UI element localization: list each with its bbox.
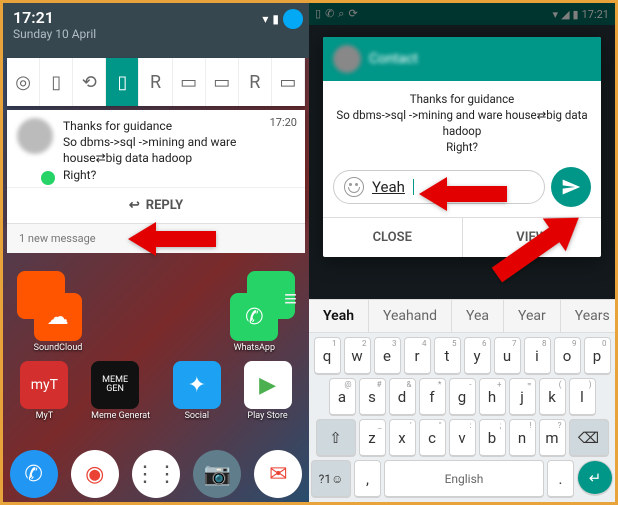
key-p[interactable]: p0 xyxy=(584,337,611,375)
close-button[interactable]: CLOSE xyxy=(323,218,463,257)
sender-avatar xyxy=(17,118,53,154)
key-r[interactable]: r4 xyxy=(404,337,431,375)
app-soundcloud[interactable]: ☁SoundCloud xyxy=(34,293,83,353)
whatsapp-notification[interactable]: Thanks for guidance So dbms->sql ->minin… xyxy=(7,110,305,223)
notification-time: 17:20 xyxy=(270,116,297,129)
sender-name: Contact xyxy=(369,51,418,67)
key-space[interactable]: English xyxy=(384,460,544,498)
suggestion[interactable]: Yeah xyxy=(309,300,369,332)
key-l[interactable]: l) xyxy=(569,378,596,416)
app-whatsapp[interactable]: ✆WhatsApp xyxy=(230,293,278,353)
key-period[interactable]: . xyxy=(547,460,574,498)
profile-avatar-icon[interactable] xyxy=(283,9,303,29)
key-q[interactable]: q1 xyxy=(314,337,341,375)
key-n[interactable]: n! xyxy=(509,419,536,457)
dock-chrome[interactable]: ◉ xyxy=(71,450,119,498)
status-bar: 17:21 Sunday 10 April ▾ ▮ xyxy=(3,3,309,58)
key-a[interactable]: a@ xyxy=(329,378,356,416)
r-outline-tile[interactable]: R xyxy=(239,58,272,106)
app-meme[interactable]: MEMEGENMeme Generat xyxy=(91,361,150,421)
key-j[interactable]: j= xyxy=(509,378,536,416)
key-m[interactable]: m? xyxy=(539,419,566,457)
battery-icon: ▮ xyxy=(272,12,279,26)
keyboard-suggestions: Yeah Yeahand Yea Year Years ⌄ xyxy=(309,299,615,333)
key-h[interactable]: h+ xyxy=(479,378,506,416)
key-b[interactable]: b; xyxy=(479,419,506,457)
quick-settings-bar: ◎ ▯ ⟲ ▯ R ▭ ▭ R ▭ xyxy=(7,58,305,106)
dock-apps[interactable]: ⋮⋮ xyxy=(132,450,180,498)
suggestion[interactable]: Yeahand xyxy=(369,300,452,332)
app-playstore[interactable]: ▶Play Store xyxy=(244,361,292,421)
app-social[interactable]: ✦Social xyxy=(173,361,221,421)
date: Sunday 10 April xyxy=(13,27,299,41)
key-t[interactable]: t5 xyxy=(434,337,461,375)
dock: ✆ ◉ ⋮⋮ 📷 ✉ xyxy=(3,450,309,498)
landscape-tile[interactable]: ▭ xyxy=(173,58,206,106)
rotation-tile[interactable]: ◎ xyxy=(7,58,40,106)
keyboard: q1w2e3r4t5y6u7i8o9p0 a@s#d&f*g-h+j=k(l) … xyxy=(309,333,615,502)
key-z[interactable]: z_ xyxy=(359,419,386,457)
dock-gmail[interactable]: ✉ xyxy=(254,450,302,498)
key-comma[interactable]: , xyxy=(354,460,381,498)
app-myt[interactable]: myTMyT xyxy=(20,361,68,421)
emoji-icon[interactable] xyxy=(344,177,364,197)
annotation-arrow-input xyxy=(419,173,509,219)
suggestion[interactable]: Yea xyxy=(452,300,504,332)
key-e[interactable]: e3 xyxy=(374,337,401,375)
key-w[interactable]: w2 xyxy=(344,337,371,375)
reply-popup-screen: ▯ ✆ ⌕ ⟳ ▾ ◢ ▮ 17:21 Contact Thanks for g… xyxy=(309,3,615,502)
notification-text: Thanks for guidance So dbms->sql ->minin… xyxy=(63,118,295,183)
message-text: Thanks for guidance So dbms->sql ->minin… xyxy=(323,91,601,167)
lock-screen-notification: 17:21 Sunday 10 April ▾ ▮ ◎ ▯ ⟲ ▯ R ▭ ▭ … xyxy=(3,3,309,502)
key-symbols[interactable]: ?1☺ xyxy=(311,460,351,498)
auto-rotate-tile[interactable]: ⟲ xyxy=(73,58,106,106)
reply-icon: ↩ xyxy=(129,198,140,213)
key-x[interactable]: x′ xyxy=(389,419,416,457)
annotation-arrow-reply xyxy=(128,218,218,264)
expand-handle-icon[interactable]: ≡ xyxy=(284,286,297,312)
key-d[interactable]: d& xyxy=(389,378,416,416)
key-shift[interactable]: ⇧ xyxy=(316,419,356,457)
suggestion[interactable]: Year xyxy=(504,300,561,332)
key-f[interactable]: f* xyxy=(419,378,446,416)
shield-tile[interactable]: ▯ xyxy=(40,58,73,106)
key-s[interactable]: s# xyxy=(359,378,386,416)
portrait-tile[interactable]: ▯ xyxy=(106,58,139,106)
key-c[interactable]: c″ xyxy=(419,419,446,457)
wifi-icon: ▾ xyxy=(262,12,268,26)
whatsapp-badge-icon xyxy=(41,171,55,185)
key-enter[interactable]: ↵ xyxy=(577,460,613,496)
popup-header: Contact xyxy=(323,37,601,81)
key-v[interactable]: v: xyxy=(449,419,476,457)
dock-phone[interactable]: ✆ xyxy=(10,450,58,498)
key-o[interactable]: o9 xyxy=(554,337,581,375)
key-y[interactable]: y6 xyxy=(464,337,491,375)
app-row-partial xyxy=(3,271,309,293)
landscape-outline-tile[interactable]: ▭ xyxy=(206,58,239,106)
key-backspace[interactable]: ⌫ xyxy=(569,419,609,457)
key-g[interactable]: g- xyxy=(449,378,476,416)
key-u[interactable]: u7 xyxy=(494,337,521,375)
key-i[interactable]: i8 xyxy=(524,337,551,375)
send-button[interactable] xyxy=(551,167,591,207)
screen-tile[interactable]: ▭ xyxy=(272,58,305,106)
key-k[interactable]: k( xyxy=(539,378,566,416)
dock-camera[interactable]: 📷 xyxy=(193,450,241,498)
r-tile[interactable]: R xyxy=(139,58,172,106)
suggestion[interactable]: Years xyxy=(561,300,615,332)
sender-avatar xyxy=(333,45,361,73)
clock: 17:21 xyxy=(13,8,299,27)
